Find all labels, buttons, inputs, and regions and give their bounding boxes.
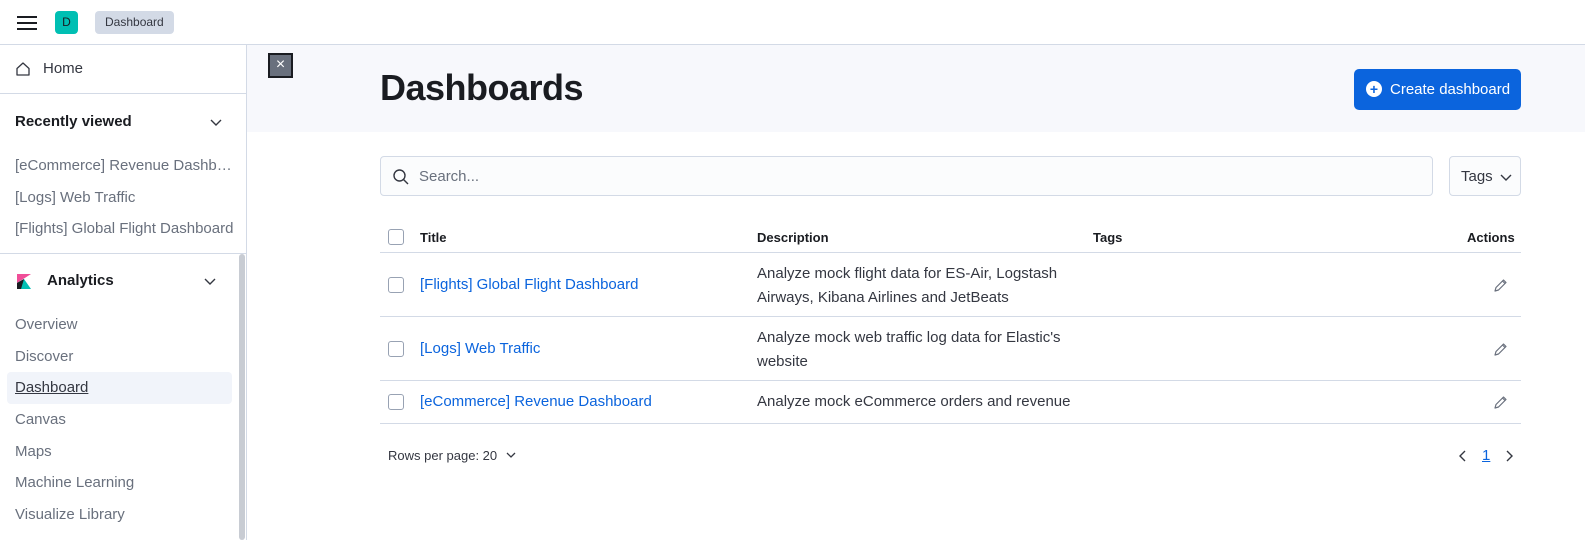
tags-filter-label: Tags [1461, 168, 1493, 185]
row-title-link[interactable]: [Logs] Web Traffic [420, 340, 540, 357]
pencil-edit-icon[interactable] [1492, 342, 1508, 358]
space-avatar[interactable]: D [55, 11, 78, 34]
rows-per-page-select[interactable]: Rows per page: 20 [388, 448, 517, 463]
previous-page-icon[interactable] [1456, 449, 1470, 463]
recent-item-ecommerce[interactable]: [eCommerce] Revenue Dashboard [15, 157, 237, 174]
column-header-description: Description [757, 230, 829, 245]
nav-item-dashboard[interactable]: Dashboard [15, 379, 88, 396]
row-title-link[interactable]: [eCommerce] Revenue Dashboard [420, 393, 652, 410]
home-icon [16, 62, 30, 76]
menu-toggle-icon[interactable] [17, 13, 37, 31]
side-navigation: Home Recently viewed [eCommerce] Revenue… [0, 45, 247, 540]
analytics-heading[interactable]: Analytics [47, 272, 114, 289]
chevron-down-icon[interactable] [209, 115, 223, 129]
top-header-bar: D Dashboard [0, 0, 1585, 45]
row-description: Analyze mock eCommerce orders and revenu… [757, 393, 1071, 410]
table-header-divider [380, 252, 1521, 253]
recent-item-flights[interactable]: [Flights] Global Flight Dashboard [15, 220, 237, 237]
next-page-icon[interactable] [1502, 449, 1516, 463]
chevron-down-icon [506, 452, 516, 458]
nav-item-maps[interactable]: Maps [15, 443, 52, 460]
select-all-checkbox[interactable] [388, 229, 404, 245]
row-checkbox[interactable] [388, 341, 404, 357]
create-dashboard-button[interactable]: + Create dashboard [1354, 69, 1521, 110]
row-checkbox[interactable] [388, 277, 404, 293]
row-divider [380, 423, 1521, 424]
page-number-current[interactable]: 1 [1482, 447, 1490, 464]
close-nav-icon[interactable]: × [268, 53, 293, 78]
row-divider [380, 380, 1521, 381]
nav-item-visualize-library[interactable]: Visualize Library [15, 506, 125, 523]
sidebar-divider [0, 253, 246, 254]
nav-item-overview[interactable]: Overview [15, 316, 78, 333]
chevron-down-icon[interactable] [203, 274, 217, 288]
pencil-edit-icon[interactable] [1492, 395, 1508, 411]
page-title: Dashboards [380, 67, 584, 108]
search-input[interactable] [419, 166, 1409, 186]
sidebar-scrollbar[interactable] [239, 254, 245, 540]
row-title-link[interactable]: [Flights] Global Flight Dashboard [420, 276, 638, 293]
rows-per-page-label: Rows per page: 20 [388, 448, 498, 463]
recent-item-logs[interactable]: [Logs] Web Traffic [15, 189, 237, 206]
tags-filter-button[interactable]: Tags [1449, 156, 1521, 196]
create-dashboard-label: Create dashboard [1390, 81, 1511, 98]
nav-item-canvas[interactable]: Canvas [15, 411, 66, 428]
search-bar[interactable] [380, 156, 1433, 196]
row-description: Analyze mock flight data for ES-Air, Log… [757, 265, 1058, 306]
search-icon [393, 169, 409, 185]
nav-item-discover[interactable]: Discover [15, 348, 73, 365]
row-divider [380, 316, 1521, 317]
column-header-title[interactable]: Title [420, 230, 447, 245]
nav-item-machine-learning[interactable]: Machine Learning [15, 474, 134, 491]
breadcrumb-dashboard[interactable]: Dashboard [95, 11, 174, 34]
column-header-tags: Tags [1093, 230, 1123, 245]
chevron-down-icon [1500, 174, 1512, 181]
home-label: Home [43, 60, 84, 77]
recently-viewed-heading[interactable]: Recently viewed [15, 113, 132, 130]
nav-home-link[interactable]: Home [0, 45, 246, 94]
column-header-actions: Actions [1467, 230, 1515, 245]
pencil-edit-icon[interactable] [1492, 278, 1508, 294]
plus-icon: + [1366, 81, 1382, 97]
row-description: Analyze mock web traffic log data for El… [757, 329, 1061, 370]
row-checkbox[interactable] [388, 394, 404, 410]
analytics-logo-icon [17, 274, 31, 289]
